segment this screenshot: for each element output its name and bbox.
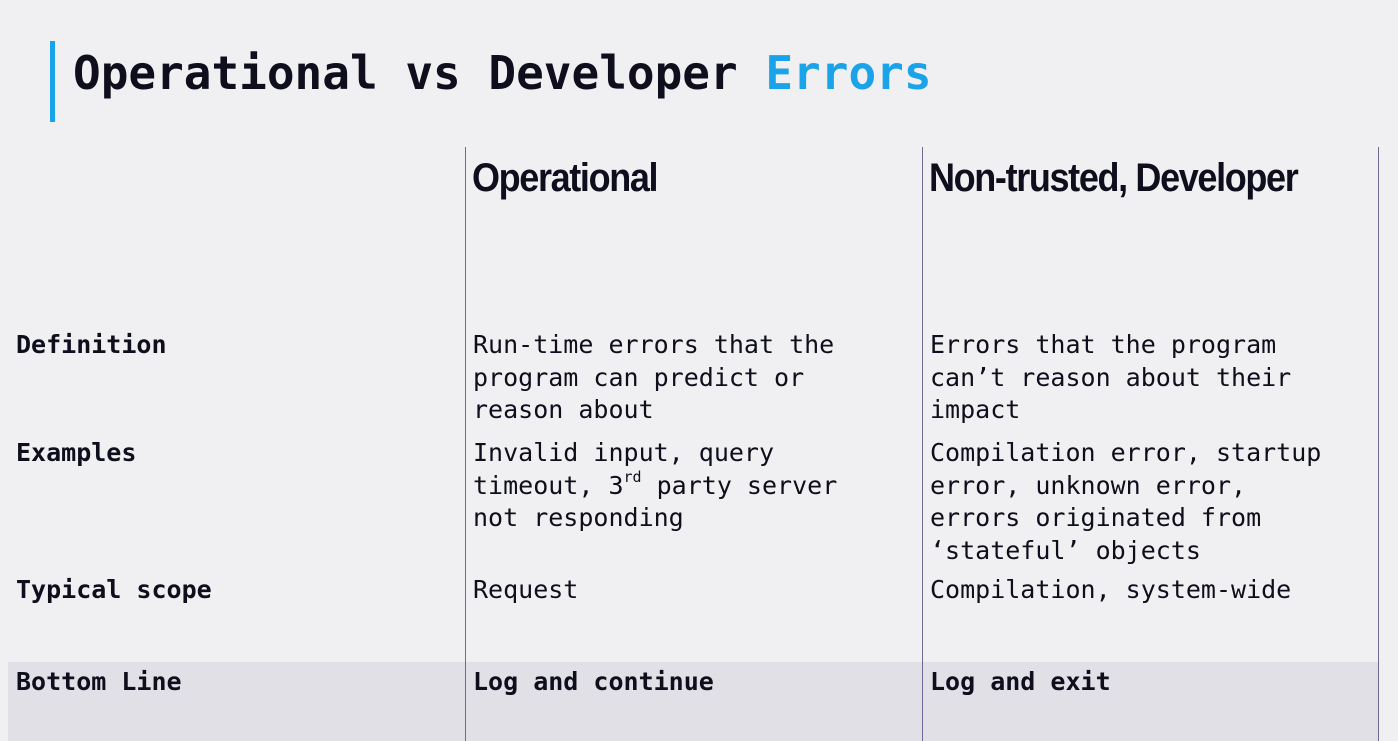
scope-operational-cell: Request [473,575,579,604]
bottom-line-operational-cell: Log and continue [473,667,714,696]
column-header-developer: Non-trusted, Developer [929,156,1299,200]
examples-operational-line-2: timeout, 3rd party server [473,470,913,503]
title-main: Operational vs Developer [73,46,766,100]
row-label-typical-scope: Typical scope [16,575,212,604]
column-divider-operational [465,147,466,741]
row-label-bottom-line: Bottom Line [16,667,182,696]
definition-operational-cell: Run-time errors that the program can pre… [473,330,835,424]
slide-title: Operational vs Developer Errors [73,42,932,104]
examples-operational-cell: Invalid input, query timeout, 3rd party … [473,437,913,535]
row-label-definition: Definition [16,330,167,359]
examples-operational-line-2-start: timeout, 3 [473,470,624,500]
examples-operational-line-2-end: party server [641,470,838,500]
scope-developer-cell: Compilation, system-wide [930,575,1292,604]
examples-developer-cell: Compilation error, startup error, unknow… [930,438,1322,565]
column-header-operational: Operational [472,156,659,200]
definition-developer-cell: Errors that the program can’t reason abo… [930,330,1292,424]
title-accent-word: Errors [765,46,932,100]
row-label-examples: Examples [16,438,137,467]
title-accent-bar [50,41,55,122]
ordinal-suffix: rd [623,468,642,487]
examples-operational-line-1: Invalid input, query [473,438,775,467]
examples-operational-line-3: not responding [473,503,684,532]
bottom-line-developer-cell: Log and exit [930,667,1111,696]
column-divider-developer [922,147,923,741]
